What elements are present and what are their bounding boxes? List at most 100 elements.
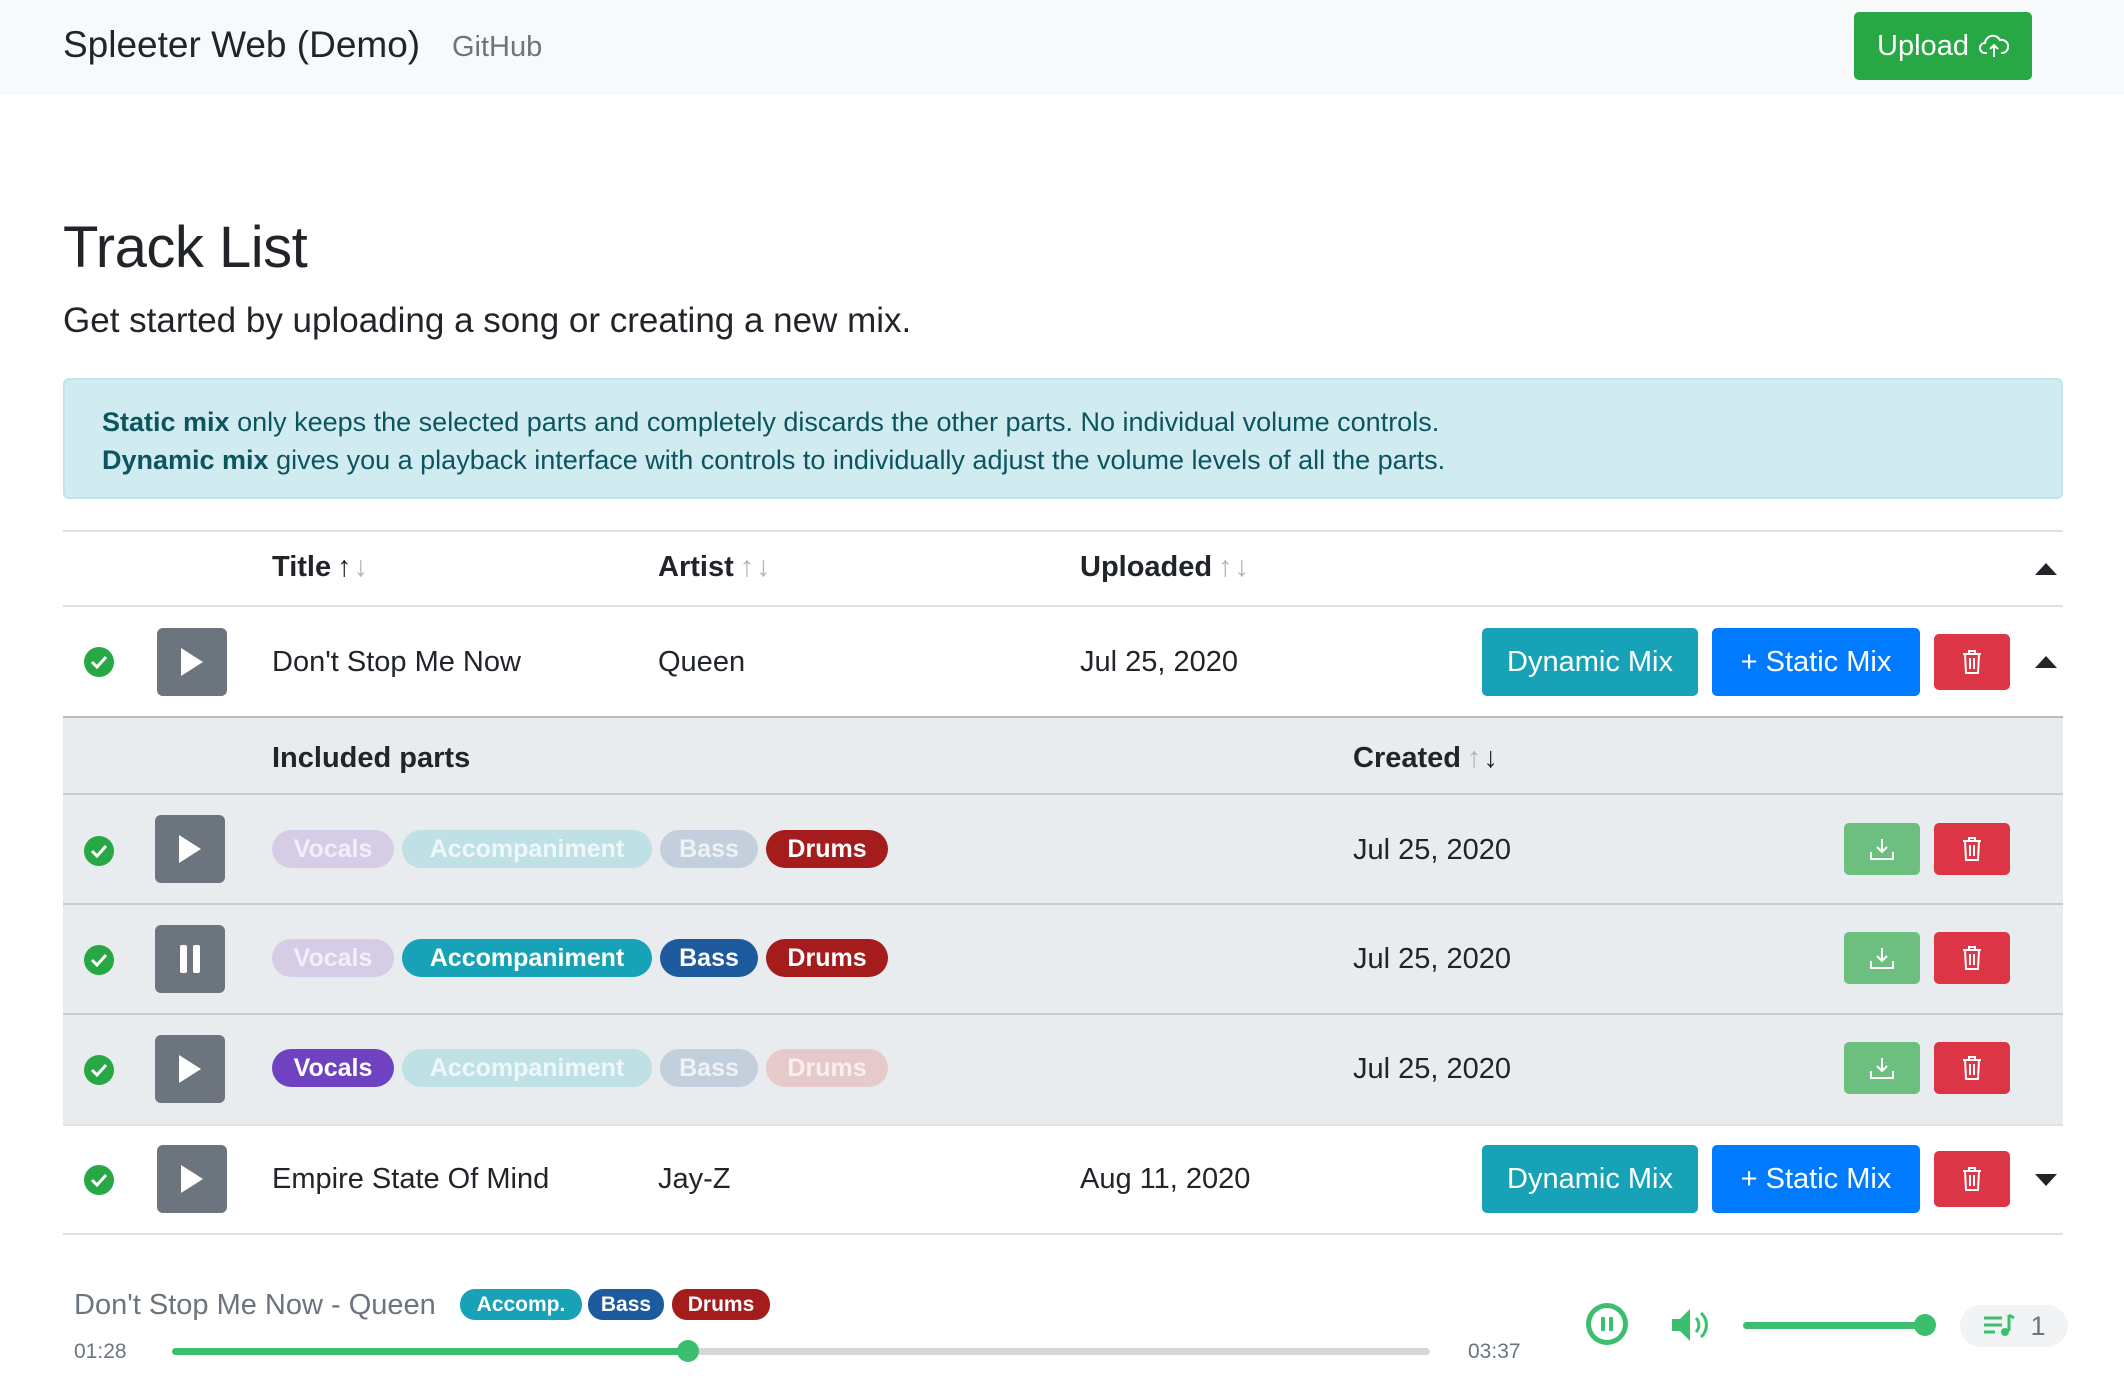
now-playing-title: Don't Stop Me Now - Queen [74, 1289, 436, 1321]
track-uploaded: Aug 11, 2020 [1080, 1163, 1251, 1195]
page-lead: Get started by uploading a song or creat… [63, 301, 912, 340]
upload-button[interactable]: Upload [1854, 12, 2032, 80]
badge-bass: Bass [660, 830, 758, 868]
trash-icon [1963, 1167, 1981, 1191]
volume-icon[interactable] [1670, 1306, 1714, 1344]
th-created[interactable]: Created ↑ ↓ [1353, 742, 1498, 775]
play-icon [181, 1165, 203, 1193]
queue-count: 1 [2030, 1310, 2046, 1341]
cloud-upload-icon [1979, 34, 2009, 57]
delete-track-button[interactable] [1934, 634, 2010, 690]
collapse-row-caret-icon[interactable] [2035, 656, 2057, 668]
badge-bass: Bass [660, 939, 758, 977]
collapse-all-caret-icon[interactable] [2035, 563, 2057, 575]
sort-icon: ↑ ↓ [1218, 551, 1250, 583]
trash-icon [1963, 946, 1981, 970]
delete-track-button[interactable] [1934, 1151, 2010, 1207]
trash-icon [1963, 837, 1981, 861]
subtable-header-border [63, 793, 2063, 795]
static-mix-info: Static mix only keeps the selected parts… [102, 407, 1440, 437]
sort-icon: ↑ ↓ [337, 551, 369, 583]
pause-icon [180, 945, 200, 973]
volume-slider[interactable] [1743, 1314, 1936, 1336]
th-uploaded[interactable]: Uploaded ↑ ↓ [1080, 551, 1249, 584]
brand-link[interactable]: Spleeter Web (Demo) [63, 24, 420, 66]
play-button[interactable] [157, 1145, 227, 1213]
play-icon [181, 648, 203, 676]
seek-bar[interactable] [172, 1340, 1430, 1362]
badge-accompaniment: Accompaniment [402, 1049, 652, 1087]
play-button[interactable] [155, 1035, 225, 1103]
dynamic-mix-button[interactable]: Dynamic Mix [1482, 628, 1698, 696]
seek-progress [172, 1348, 688, 1355]
play-button[interactable] [155, 815, 225, 883]
delete-mix-button[interactable] [1934, 932, 2010, 984]
expand-row-caret-icon[interactable] [2035, 1174, 2057, 1186]
table-top-border [63, 530, 2063, 532]
volume-handle[interactable] [1914, 1314, 1936, 1336]
trash-icon [1963, 1056, 1981, 1080]
row-border [63, 1124, 2063, 1126]
row-border [63, 903, 2063, 905]
download-button[interactable] [1844, 823, 1920, 875]
track-artist: Jay-Z [658, 1163, 731, 1195]
subtable-top-border [63, 716, 2063, 718]
track-artist: Queen [658, 646, 746, 678]
badge-drums: Drums [766, 830, 888, 868]
th-title[interactable]: Title ↑ ↓ [272, 551, 368, 584]
download-button[interactable] [1844, 932, 1920, 984]
download-button[interactable] [1844, 1042, 1920, 1094]
status-done-icon [84, 945, 114, 975]
page-title: Track List [63, 215, 308, 280]
navbar: Spleeter Web (Demo) GitHub Upload [0, 0, 2124, 95]
track-title: Don't Stop Me Now [272, 646, 521, 678]
status-done-icon [84, 1055, 114, 1085]
player-badge-drums: Drums [672, 1289, 770, 1320]
status-done-icon [84, 1165, 114, 1195]
th-artist[interactable]: Artist ↑ ↓ [658, 551, 771, 584]
pause-button[interactable] [155, 925, 225, 993]
badge-accompaniment: Accompaniment [402, 830, 652, 868]
download-icon [1870, 948, 1894, 969]
mix-created: Jul 25, 2020 [1353, 943, 1512, 975]
static-mix-button[interactable]: + Static Mix [1712, 1145, 1920, 1213]
badge-accompaniment: Accompaniment [402, 939, 652, 977]
dynamic-mix-button[interactable]: Dynamic Mix [1482, 1145, 1698, 1213]
header-border [63, 605, 2063, 607]
badge-drums: Drums [766, 1049, 888, 1087]
mix-created: Jul 25, 2020 [1353, 834, 1512, 866]
badge-drums: Drums [766, 939, 888, 977]
elapsed-time: 01:28 [74, 1340, 127, 1363]
delete-mix-button[interactable] [1934, 1042, 2010, 1094]
queue-button[interactable]: 1 [1960, 1305, 2068, 1347]
total-duration: 03:37 [1468, 1340, 1521, 1363]
pause-icon [1591, 1308, 1623, 1340]
sort-icon: ↑ ↓ [1467, 742, 1498, 774]
static-mix-button[interactable]: + Static Mix [1712, 628, 1920, 696]
player-badge-bass: Bass [588, 1289, 664, 1320]
th-included-parts: Included parts [272, 742, 471, 774]
badge-vocals: Vocals [272, 830, 394, 868]
table-bottom-border [63, 1233, 2063, 1235]
badge-vocals: Vocals [272, 1049, 394, 1087]
play-icon [179, 1055, 201, 1083]
track-uploaded: Jul 25, 2020 [1080, 646, 1239, 678]
badge-bass: Bass [660, 1049, 758, 1087]
github-link[interactable]: GitHub [452, 31, 542, 64]
row-border [63, 1013, 2063, 1015]
download-icon [1870, 839, 1894, 860]
playlist-icon [1984, 1313, 2016, 1336]
play-icon [179, 835, 201, 863]
dynamic-mix-info: Dynamic mix gives you a playback interfa… [102, 445, 1446, 475]
delete-mix-button[interactable] [1934, 823, 2010, 875]
seek-handle[interactable] [676, 1340, 699, 1362]
status-done-icon [84, 647, 114, 677]
play-button[interactable] [157, 628, 227, 696]
upload-label: Upload [1877, 29, 1969, 62]
badge-vocals: Vocals [272, 939, 394, 977]
mix-created: Jul 25, 2020 [1353, 1053, 1512, 1085]
download-icon [1870, 1058, 1894, 1079]
player-pause-button[interactable] [1586, 1303, 1628, 1345]
sort-icon: ↑ ↓ [739, 551, 771, 583]
mix-info-alert: Static mix only keeps the selected parts… [63, 378, 2063, 499]
